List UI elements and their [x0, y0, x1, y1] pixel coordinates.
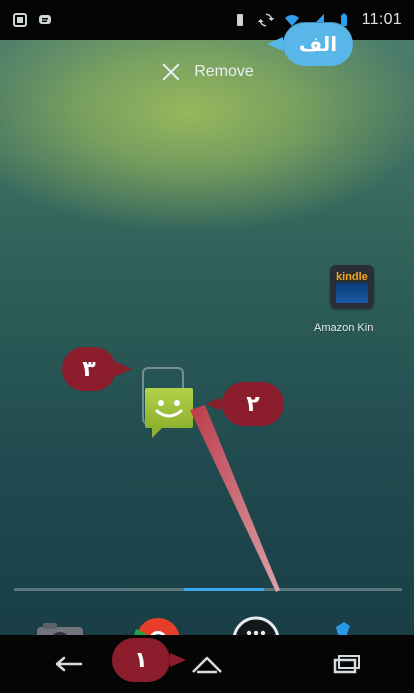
callout-two-label: ۲: [246, 391, 260, 417]
back-icon[interactable]: [49, 650, 89, 678]
remove-bar[interactable]: Remove: [0, 50, 414, 94]
kindle-app-icon[interactable]: kindle: [330, 265, 374, 309]
dock-separator: [14, 588, 402, 591]
remove-label: Remove: [194, 63, 254, 80]
status-time: 11:01: [361, 11, 402, 28]
message-app-icon[interactable]: [140, 383, 198, 441]
callout-two: ۲: [206, 382, 284, 426]
callout-one-label: ۱: [134, 647, 148, 673]
dock-separator-active: [184, 588, 264, 591]
phone-screen: 11:01 Remove kindle Amazon Kin الف ۳ ۲ ۱: [0, 0, 414, 693]
callout-alef: الف: [267, 22, 353, 66]
callout-alef-label: الف: [298, 32, 338, 56]
callout-alef-tail: [267, 37, 283, 51]
kindle-icon-art: [336, 283, 368, 303]
callout-one: ۱: [112, 638, 186, 682]
callout-three: ۳: [62, 347, 132, 391]
vibrate-icon: [236, 14, 243, 26]
status-left: [12, 12, 54, 28]
screenshot-icon: [13, 13, 27, 27]
navigation-bar: [0, 635, 414, 693]
kindle-app-label: Amazon Kin: [314, 322, 374, 334]
callout-two-tail: [206, 397, 222, 411]
kindle-icon-text: kindle: [336, 271, 368, 283]
recents-icon[interactable]: [325, 650, 365, 678]
callout-three-label: ۳: [82, 356, 96, 382]
callout-one-tail: [170, 653, 186, 667]
callout-three-tail: [116, 362, 132, 376]
close-icon[interactable]: [160, 61, 182, 83]
chat-icon: [39, 15, 51, 24]
status-bar: 11:01: [0, 0, 414, 40]
sync-icon: [257, 13, 274, 27]
home-icon[interactable]: [187, 650, 227, 678]
home-screen: Remove kindle Amazon Kin: [0, 40, 414, 664]
